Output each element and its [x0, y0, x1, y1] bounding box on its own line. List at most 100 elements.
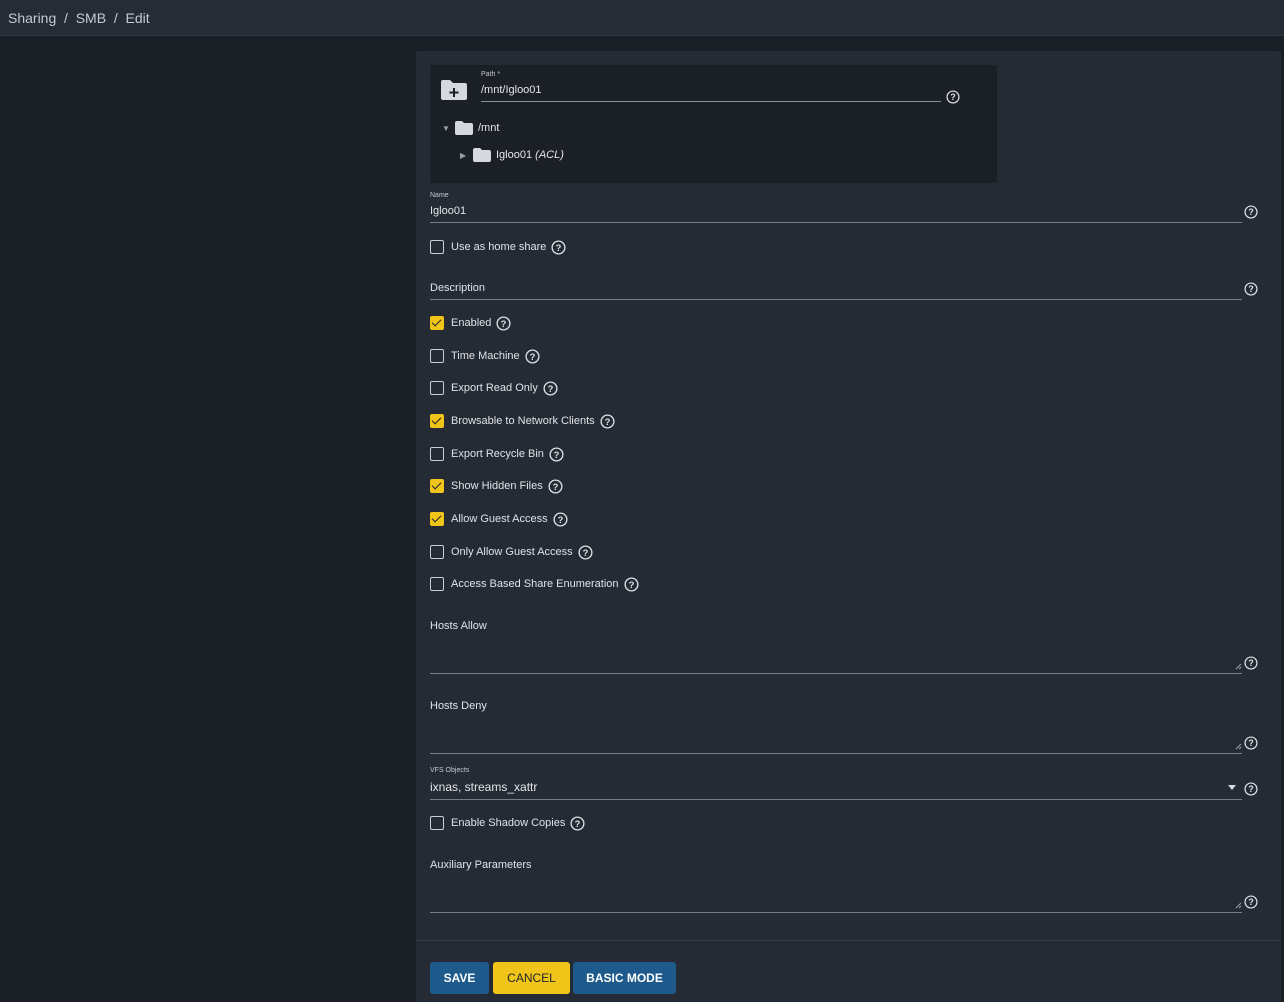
svg-text:?: ? [547, 383, 553, 393]
resize-handle-icon[interactable] [1235, 902, 1242, 909]
enabled-row[interactable]: Enabled ? [430, 315, 511, 331]
export-read-only-label: Export Read Only [451, 382, 538, 394]
expanded-arrow-icon[interactable]: ▼ [442, 124, 450, 133]
browsable-checkbox[interactable] [430, 414, 444, 428]
browsable-row[interactable]: Browsable to Network Clients ? [430, 413, 615, 429]
top-bar: Sharing / SMB / Edit [0, 0, 1284, 36]
breadcrumb-edit: Edit [125, 10, 150, 26]
help-icon[interactable]: ? [543, 380, 558, 396]
resize-handle-icon[interactable] [1235, 743, 1242, 750]
svg-text:?: ? [575, 818, 581, 828]
home-share-row[interactable]: Use as home share ? [430, 239, 566, 255]
description-input[interactable]: Description [430, 282, 485, 294]
name-input[interactable]: Igloo01 [430, 205, 466, 217]
help-icon[interactable]: ? [553, 511, 568, 527]
svg-text:?: ? [554, 449, 560, 459]
svg-text:?: ? [1248, 207, 1253, 217]
svg-text:?: ? [557, 514, 563, 524]
create-folder-icon[interactable] [440, 79, 468, 101]
svg-text:?: ? [1248, 784, 1253, 794]
path-help-icon[interactable]: ? [946, 90, 960, 104]
hosts-deny-textarea[interactable] [430, 753, 1242, 754]
export-read-only-checkbox[interactable] [430, 381, 444, 395]
help-icon[interactable]: ? [624, 576, 639, 592]
aux-params-label: Auxiliary Parameters [430, 859, 532, 871]
help-icon[interactable]: ? [551, 239, 566, 255]
help-icon[interactable]: ? [600, 413, 615, 429]
export-read-only-row[interactable]: Export Read Only ? [430, 380, 558, 396]
enabled-checkbox[interactable] [430, 316, 444, 330]
folder-icon [455, 121, 473, 135]
name-help-icon[interactable]: ? [1244, 205, 1258, 219]
breadcrumb-separator: / [56, 10, 76, 26]
time-machine-label: Time Machine [451, 350, 520, 362]
svg-text:?: ? [529, 351, 535, 361]
hidden-files-checkbox[interactable] [430, 479, 444, 493]
hidden-files-label: Show Hidden Files [451, 480, 543, 492]
tree-node-igloo01[interactable]: ▶ Igloo01 (ACL) [460, 148, 564, 162]
basic-mode-button[interactable]: BASIC MODE [573, 962, 676, 994]
help-icon[interactable]: ? [549, 446, 564, 462]
time-machine-checkbox[interactable] [430, 349, 444, 363]
shadow-copies-row[interactable]: Enable Shadow Copies ? [430, 815, 585, 831]
shadow-copies-checkbox[interactable] [430, 816, 444, 830]
breadcrumb-separator: / [106, 10, 126, 26]
path-underline [481, 101, 941, 102]
svg-text:?: ? [552, 481, 558, 491]
only-guest-checkbox[interactable] [430, 545, 444, 559]
hosts-deny-help-icon[interactable]: ? [1244, 736, 1258, 750]
aux-params-help-icon[interactable]: ? [1244, 895, 1258, 909]
tree-node-label: Igloo01 (ACL) [496, 149, 564, 161]
guest-access-row[interactable]: Allow Guest Access ? [430, 511, 568, 527]
only-guest-label: Only Allow Guest Access [451, 546, 573, 558]
only-guest-row[interactable]: Only Allow Guest Access ? [430, 544, 593, 560]
folder-icon [473, 148, 491, 162]
name-label: Name [430, 192, 449, 199]
home-share-checkbox[interactable] [430, 240, 444, 254]
tree-node-label: /mnt [478, 122, 500, 134]
resize-handle-icon[interactable] [1235, 663, 1242, 670]
tree-node-mnt[interactable]: ▼ /mnt [442, 121, 499, 135]
vfs-help-icon[interactable]: ? [1244, 782, 1258, 796]
breadcrumb-smb[interactable]: SMB [76, 10, 106, 26]
guest-access-label: Allow Guest Access [451, 513, 548, 525]
description-underline [430, 299, 1242, 300]
recycle-bin-row[interactable]: Export Recycle Bin ? [430, 446, 564, 462]
vfs-underline [430, 799, 1242, 800]
collapsed-arrow-icon[interactable]: ▶ [460, 151, 468, 160]
aux-params-textarea[interactable] [430, 912, 1242, 913]
recycle-bin-checkbox[interactable] [430, 447, 444, 461]
help-icon[interactable]: ? [570, 815, 585, 831]
path-label: Path * [481, 71, 501, 78]
help-icon[interactable]: ? [578, 544, 593, 560]
svg-text:?: ? [950, 92, 955, 102]
hosts-allow-textarea[interactable] [430, 673, 1242, 674]
svg-text:?: ? [501, 318, 507, 328]
name-underline [430, 222, 1242, 223]
dropdown-arrow-icon[interactable] [1228, 785, 1236, 790]
vfs-select[interactable]: ixnas, streams_xattr [430, 780, 537, 794]
hidden-files-row[interactable]: Show Hidden Files ? [430, 478, 563, 494]
help-icon[interactable]: ? [548, 478, 563, 494]
hosts-deny-label: Hosts Deny [430, 700, 487, 712]
hosts-allow-help-icon[interactable]: ? [1244, 656, 1258, 670]
browsable-label: Browsable to Network Clients [451, 415, 595, 427]
shadow-copies-label: Enable Shadow Copies [451, 817, 566, 829]
vfs-label: VFS Objects [430, 767, 470, 774]
description-help-icon[interactable]: ? [1244, 282, 1258, 296]
help-icon[interactable]: ? [525, 348, 540, 364]
help-icon[interactable]: ? [496, 315, 511, 331]
abe-row[interactable]: Access Based Share Enumeration ? [430, 576, 639, 592]
cancel-button[interactable]: CANCEL [493, 962, 570, 994]
guest-access-checkbox[interactable] [430, 512, 444, 526]
svg-text:?: ? [1248, 658, 1253, 668]
svg-text:?: ? [556, 242, 562, 252]
save-button[interactable]: SAVE [430, 962, 489, 994]
abe-checkbox[interactable] [430, 577, 444, 591]
breadcrumb: Sharing / SMB / Edit [8, 10, 150, 26]
time-machine-row[interactable]: Time Machine ? [430, 348, 540, 364]
abe-label: Access Based Share Enumeration [451, 578, 619, 590]
breadcrumb-sharing[interactable]: Sharing [8, 10, 56, 26]
svg-text:?: ? [604, 416, 610, 426]
path-input[interactable]: /mnt/Igloo01 [481, 84, 542, 96]
